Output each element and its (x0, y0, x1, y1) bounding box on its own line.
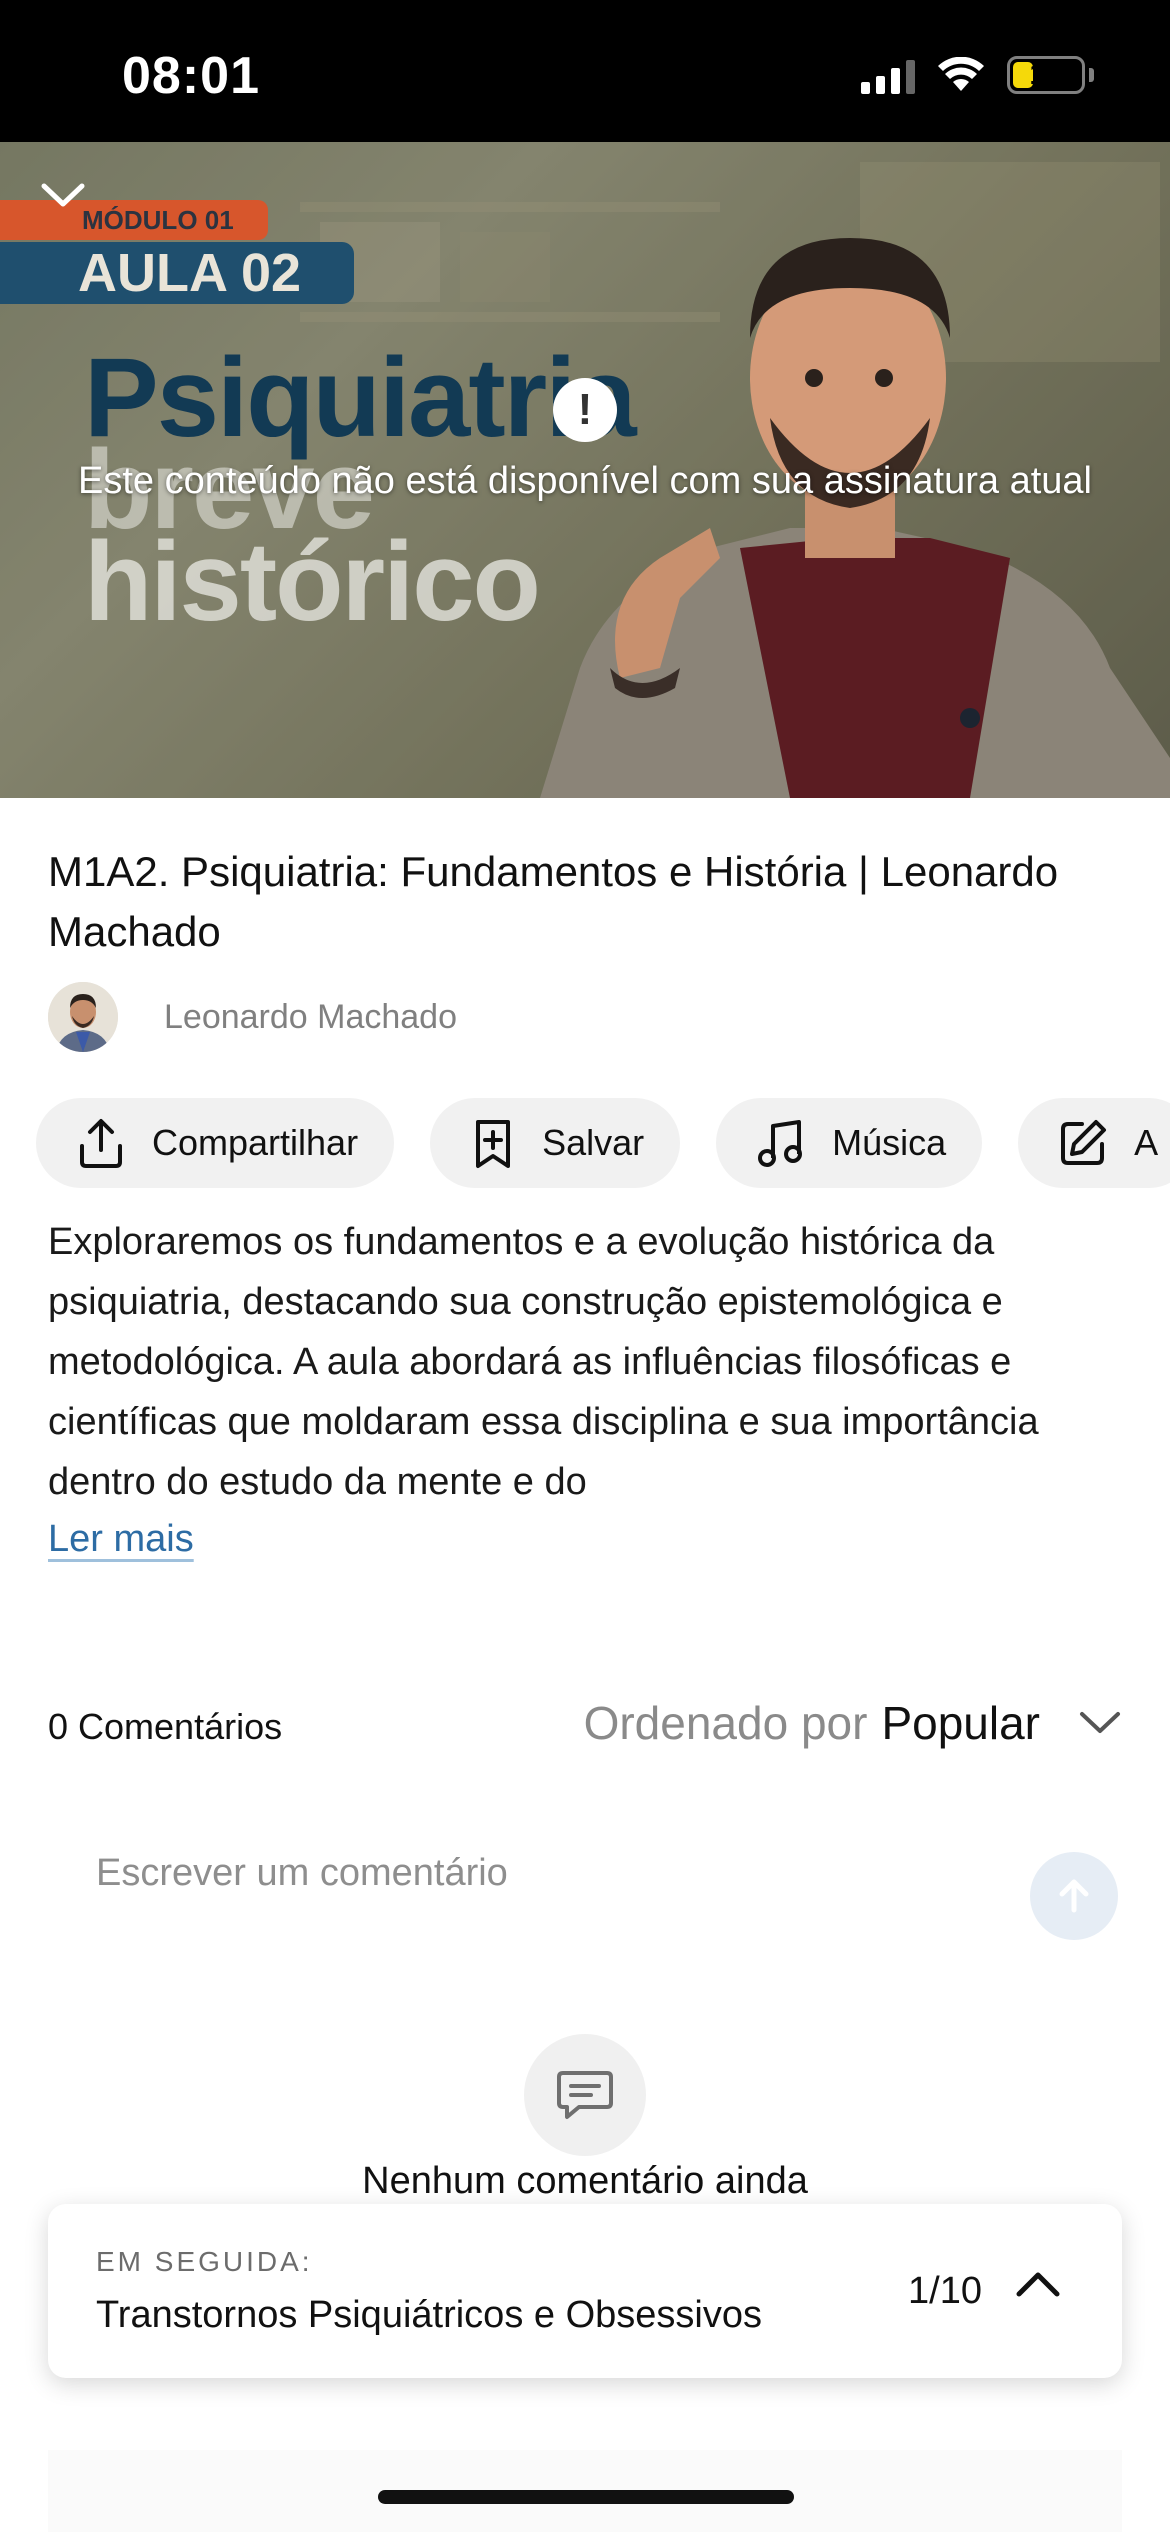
chevron-up-icon[interactable] (1014, 2266, 1062, 2302)
save-label: Salvar (542, 1122, 645, 1163)
notes-label: A (1134, 1122, 1159, 1163)
status-icons: 15 (861, 52, 1094, 98)
sort-prefix: Ordenado por (583, 1697, 868, 1749)
comments-count: 0 Comentários (48, 1706, 283, 1747)
send-comment-button[interactable] (1030, 1852, 1118, 1940)
wifi-icon (938, 57, 984, 91)
comment-input[interactable] (96, 1852, 896, 1895)
chevron-down-icon[interactable] (40, 182, 86, 210)
share-label: Compartilhar (152, 1122, 359, 1163)
home-indicator[interactable] (378, 2490, 794, 2504)
author-name[interactable]: Leonardo Machado (164, 998, 457, 1037)
description-fade (880, 1446, 1140, 1506)
cellular-signal-icon (861, 56, 915, 94)
lesson-title: M1A2. Psiquiatria: Fundamentos e Históri… (48, 848, 1059, 955)
chevron-down-icon (1080, 1712, 1120, 1733)
battery-level: 15 (1029, 58, 1063, 91)
empty-comments-message: Nenhum comentário ainda (362, 2160, 808, 2202)
action-bar: Compartilhar Salvar Música A (36, 1098, 1170, 1188)
notes-button[interactable]: A (1018, 1098, 1170, 1188)
thumbnail-title-line: histórico (84, 519, 541, 644)
lesson-tag: AULA 02 (0, 242, 354, 304)
music-label: Música (832, 1122, 947, 1163)
video-player[interactable]: MÓDULO 01 AULA 02 Psiquiatria breve hist… (0, 142, 1170, 798)
comment-icon (524, 2034, 646, 2156)
share-icon (80, 1119, 122, 1168)
music-button[interactable]: Música (716, 1098, 983, 1188)
bookmark-plus-icon (476, 1120, 511, 1168)
read-more-link[interactable]: Ler mais (48, 1518, 194, 1561)
edit-icon (1061, 1120, 1107, 1165)
sort-value: Popular (881, 1697, 1040, 1749)
warning-icon: ! (553, 378, 617, 442)
sort-dropdown[interactable]: Ordenado por Popular (584, 1696, 1122, 1750)
arrow-up-icon (1059, 1879, 1089, 1913)
share-button[interactable]: Compartilhar (36, 1098, 395, 1188)
lock-overlay: ! Este conteúdo não está disponível com … (0, 378, 1170, 503)
avatar[interactable] (48, 982, 118, 1052)
battery-icon: 15 (1007, 56, 1085, 94)
lock-message: Este conteúdo não está disponível com su… (78, 460, 1092, 502)
status-bar: 08:01 15 (0, 0, 1170, 142)
author-row[interactable]: Leonardo Machado (48, 982, 457, 1052)
up-next-label: EM SEGUIDA: (96, 2246, 313, 2277)
save-button[interactable]: Salvar (430, 1098, 681, 1188)
up-next-title: Transtornos Psiquiátricos e Obsessivos (96, 2294, 762, 2336)
up-next-card[interactable]: EM SEGUIDA: Transtornos Psiquiátricos e … (48, 2204, 1122, 2378)
music-note-icon (758, 1120, 803, 1167)
playlist-position: 1/10 (908, 2270, 982, 2312)
status-time: 08:01 (122, 47, 260, 105)
